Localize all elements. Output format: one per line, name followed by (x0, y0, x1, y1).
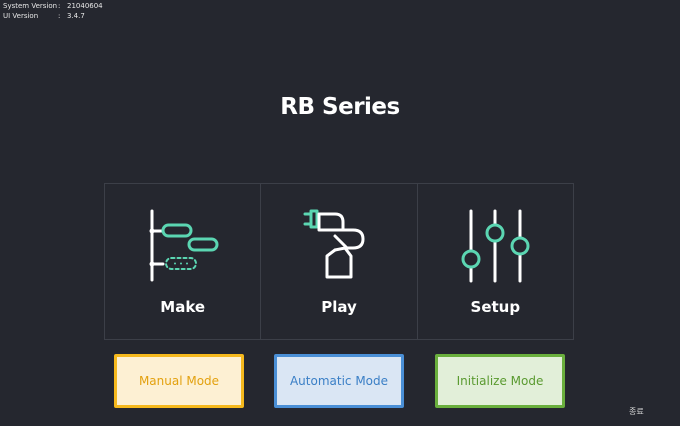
exit-button[interactable]: 종료 (629, 406, 644, 417)
play-tile[interactable]: Play (261, 184, 418, 339)
system-version-label: System Version (3, 2, 58, 10)
make-icon (149, 209, 219, 282)
system-version-row: System Version : 21040604 (3, 1, 103, 11)
page-title: RB Series (280, 94, 400, 120)
play-label: Play (321, 298, 357, 316)
sliders-icon (461, 209, 530, 283)
make-label: Make (160, 298, 206, 316)
ui-version-value: 3.4.7 (67, 12, 85, 20)
setup-label: Setup (470, 298, 521, 316)
main-menu-grid: Make Play Setup (104, 183, 574, 340)
robot-arm-icon (303, 209, 365, 279)
ui-version-row: UI Version : 3.4.7 (3, 11, 103, 21)
system-version-value: 21040604 (67, 2, 103, 10)
make-tile[interactable]: Make (105, 184, 262, 339)
ui-version-separator: : (58, 12, 61, 20)
ui-version-label: UI Version (3, 12, 39, 20)
initialize-mode-button[interactable]: Initialize Mode (435, 354, 565, 408)
version-info: System Version : 21040604 UI Version : 3… (3, 1, 103, 21)
automatic-mode-button[interactable]: Automatic Mode (274, 354, 404, 408)
manual-mode-button[interactable]: Manual Mode (114, 354, 244, 408)
setup-tile[interactable]: Setup (418, 184, 573, 339)
system-version-separator: : (58, 2, 61, 10)
